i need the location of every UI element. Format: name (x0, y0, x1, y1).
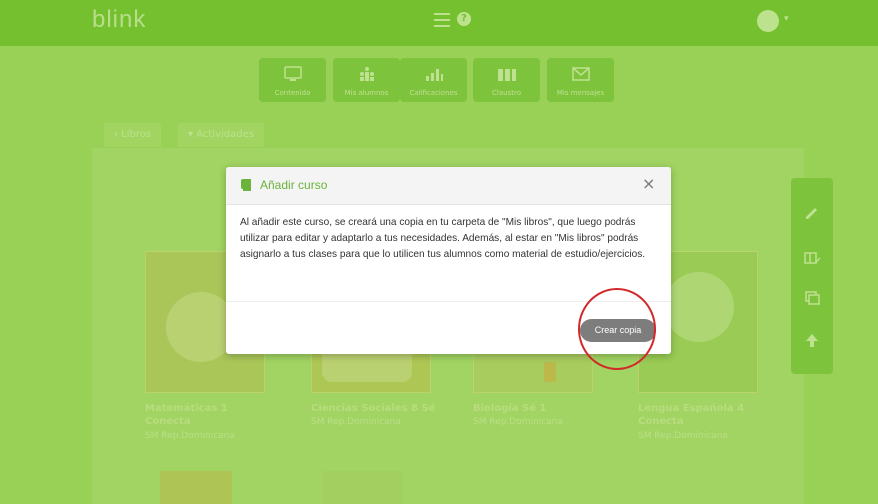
dialog-message: Al añadir este curso, se creará una copi… (240, 217, 646, 260)
dialog-title: Añadir curso (260, 178, 328, 192)
highlight-circle (578, 288, 656, 370)
book-icon (241, 179, 251, 191)
close-icon[interactable]: × (642, 174, 655, 193)
dialog-header: Añadir curso × (226, 167, 671, 205)
